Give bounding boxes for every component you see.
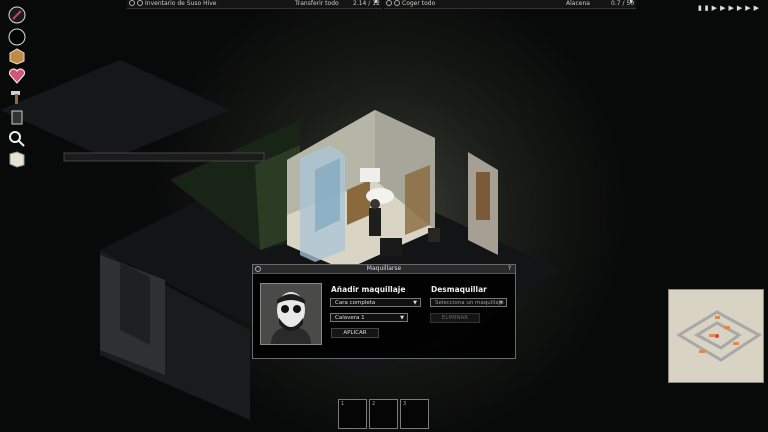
collapse-loot-button[interactable] <box>394 0 400 6</box>
minimap-render <box>676 310 762 362</box>
hammer-icon[interactable] <box>8 88 26 106</box>
minimap[interactable] <box>668 289 764 383</box>
hotbar-slot[interactable]: 2 <box>369 399 398 429</box>
add-makeup-heading: Añadir maquillaje <box>331 285 406 294</box>
remove-makeup-select[interactable]: Selecciona un maquillaje ▼ <box>430 298 507 307</box>
empty-slot-icon[interactable] <box>8 28 26 46</box>
category-value: Cara completa <box>335 300 376 306</box>
slot-number: 1 <box>341 401 345 407</box>
makeup-style-select[interactable]: Calavera 1 ▼ <box>330 313 408 322</box>
remove-button[interactable]: ELIMINAR <box>430 313 480 323</box>
chevron-down-icon: ▼ <box>499 300 503 306</box>
style-value: Calavera 1 <box>335 315 365 321</box>
remove-placeholder: Selecciona un maquillaje <box>435 300 504 306</box>
pin-icon[interactable]: ▘ <box>375 0 380 8</box>
window-title-bar: Maquillarse ? <box>253 265 515 274</box>
fast-forward-icon[interactable]: ▶▶ <box>720 4 737 12</box>
character-portrait <box>260 283 322 345</box>
play-icon[interactable]: ▶ <box>712 4 720 12</box>
loot-bar: Coger todo Alacena 0.7 / 50 ▘ <box>384 0 636 9</box>
hotbar-slot[interactable]: 3 <box>400 399 429 429</box>
speed-controls: ▮▮▶▶▶▶▶▶ <box>698 4 762 12</box>
close-inventory-button[interactable] <box>129 0 135 6</box>
pin-icon[interactable]: ▘ <box>630 0 635 8</box>
pause-icon[interactable]: ▮▮ <box>698 4 712 12</box>
collapse-inventory-button[interactable] <box>137 0 143 6</box>
close-window-button[interactable] <box>255 266 261 272</box>
game-world <box>0 0 768 432</box>
magnifier-icon[interactable] <box>8 130 26 148</box>
chevron-down-icon: ▼ <box>413 300 417 306</box>
take-all-button[interactable]: Coger todo <box>402 0 435 8</box>
transfer-all-button[interactable]: Transferir todo <box>295 0 339 8</box>
window-title: Maquillarse <box>366 265 402 272</box>
world-render <box>0 0 768 432</box>
help-button[interactable]: ? <box>508 265 511 273</box>
map-icon[interactable] <box>8 150 26 168</box>
makeup-category-select[interactable]: Cara completa ▼ <box>330 298 421 307</box>
inventory-bar: Inventario de Suso Hive Transferir todo … <box>127 0 382 9</box>
container-name: Alacena <box>566 0 590 7</box>
chevron-down-icon: ▼ <box>400 315 404 321</box>
close-loot-button[interactable] <box>386 0 392 6</box>
faster-icon[interactable]: ▶▶▶ <box>737 4 762 12</box>
trash-can-icon[interactable] <box>8 108 26 126</box>
crafting-box-icon[interactable] <box>8 47 26 65</box>
portrait-image <box>261 284 321 344</box>
apply-button[interactable]: APLICAR <box>331 328 379 338</box>
heart-icon[interactable] <box>8 67 26 85</box>
inventory-title: Inventario de Suso Hive <box>145 0 217 7</box>
remove-makeup-heading: Desmaquillar <box>431 285 487 294</box>
slot-number: 3 <box>403 401 407 407</box>
hotbar-slot[interactable]: 1 <box>338 399 367 429</box>
slot-number: 2 <box>372 401 376 407</box>
makeup-window: Maquillarse ? Añadir maquillaje Cara com… <box>252 264 516 359</box>
health-icon[interactable] <box>8 6 26 24</box>
